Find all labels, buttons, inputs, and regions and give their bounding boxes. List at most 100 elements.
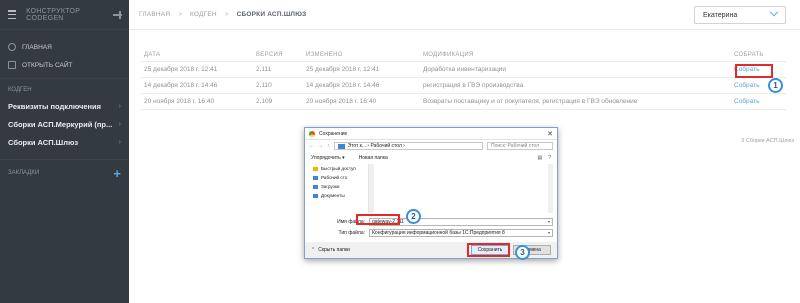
site-icon	[8, 61, 16, 69]
breadcrumb-separator: >	[224, 11, 229, 18]
breadcrumb-current: СБОРКИ АСП.ШЛЮЗ	[236, 11, 307, 18]
filetype-row: Тип файла: Конфигурация информационной б…	[309, 228, 553, 237]
cell-modification: Возвраты поставщику и от покупателя, рег…	[423, 98, 638, 105]
filetype-value: Конфигурация информационной базы 1С:Пред…	[372, 229, 505, 236]
builds-count: 3 Сборки АСП.Шлюз	[741, 138, 794, 144]
navigation-pane: Быстрый доступ Рабочий сто Загрузки Доку…	[309, 164, 369, 213]
organize-button[interactable]: Упорядочить ▾	[311, 155, 345, 161]
table-row: 14 декабря 2018 г. 14:46 2,110 14 декабр…	[140, 78, 786, 94]
up-icon[interactable]: ↑	[327, 143, 330, 149]
address-bar: ← → ↑ Этот к... › Рабочий стол › Поиск: …	[305, 140, 557, 152]
breadcrumb-codegen[interactable]: КОДГЕН	[190, 11, 217, 18]
filetype-select[interactable]: Конфигурация информационной базы 1С:Пред…	[369, 228, 553, 237]
app-title: КОНСТРУКТОР CODEGEN	[26, 7, 81, 22]
column-header: СОБРАТЬ	[734, 51, 764, 58]
column-header: ИЗМЕНЕНО	[306, 51, 343, 58]
user-name: Екатерина	[703, 11, 738, 19]
callout-badge: 1	[768, 78, 783, 93]
cell-changed: 14 декабря 2018 г. 14:46	[306, 82, 380, 89]
nav-item-desktop[interactable]: Рабочий сто	[309, 173, 368, 182]
chevron-right-icon: ›	[118, 102, 121, 110]
user-dropdown[interactable]: Екатерина	[694, 6, 786, 24]
cell-date: 25 декабря 2018 г. 12:41	[144, 66, 218, 73]
folder-icon	[337, 143, 345, 149]
nav-item-label: Быстрый доступ	[321, 166, 356, 171]
build-button[interactable]: Собрать	[734, 98, 786, 105]
sidebar-item-label: ГЛАВНАЯ	[22, 43, 52, 51]
dialog-toolbar: Упорядочить ▾ Новая папка ▤ ?	[305, 152, 557, 163]
cell-version: 2,110	[256, 82, 272, 89]
chevron-down-icon[interactable]: ▾	[548, 219, 550, 224]
save-dialog: Сохранение ✕ ← → ↑ Этот к... › Рабочий с…	[304, 127, 558, 259]
column-header: ВЕРСИЯ	[256, 51, 283, 58]
path-text: Этот к... › Рабочий стол ›	[347, 143, 405, 149]
nav-item-downloads[interactable]: Загрузки	[309, 182, 368, 191]
sidebar-item-label: Сборки АСП.Меркурий (пр...	[8, 119, 113, 129]
documents-icon	[313, 193, 318, 198]
sidebar-item-mercury-builds[interactable]: Сборки АСП.Меркурий (пр... ›	[0, 115, 129, 133]
dialog-titlebar: Сохранение ✕	[305, 128, 557, 140]
highlight-build-button	[735, 64, 773, 78]
sidebar: КОНСТРУКТОР CODEGEN ГЛАВНАЯ ОТКРЫТЬ САЙТ…	[0, 0, 129, 303]
download-icon	[313, 184, 318, 189]
section-codegen: КОДГЕН	[8, 87, 32, 93]
sidebar-item-gateway-builds[interactable]: Сборки АСП.Шлюз ›	[0, 133, 129, 151]
help-icon[interactable]: ?	[548, 155, 551, 161]
sidebar-item-label: ОТКРЫТЬ САЙТ	[22, 61, 73, 69]
column-header: ДАТА	[144, 51, 161, 58]
path-field[interactable]: Этот к... › Рабочий стол ›	[333, 142, 483, 150]
add-bookmark-icon[interactable]: +	[113, 167, 121, 180]
column-header: МОДИФИКАЦИЯ	[423, 51, 474, 58]
chrome-icon	[309, 130, 315, 137]
sidebar-item-label: Реквизиты подключения	[8, 101, 102, 111]
chevron-down-icon	[769, 7, 779, 17]
cell-version: 2,109	[256, 98, 273, 105]
table-header: ДАТА ВЕРСИЯ ИЗМЕНЕНО МОДИФИКАЦИЯ СОБРАТЬ	[140, 48, 786, 62]
breadcrumb-home[interactable]: ГЛАВНАЯ	[139, 11, 170, 18]
file-scrollbar[interactable]	[548, 164, 553, 213]
highlight-save-button	[467, 243, 510, 257]
view-icon[interactable]: ▤	[537, 155, 542, 161]
cell-date: 14 декабря 2018 г. 14:46	[144, 82, 218, 89]
table-row: 20 ноября 2018 г. 16:40 2,109 20 ноября …	[140, 94, 786, 110]
search-input[interactable]: Поиск: Рабочий стол	[487, 142, 553, 150]
chevron-down-icon[interactable]: ▾	[548, 230, 550, 235]
divider	[0, 78, 129, 79]
chevron-right-icon: ›	[118, 120, 121, 128]
chevron-up-icon: ⌃	[311, 247, 316, 253]
back-icon[interactable]: ←	[309, 143, 314, 149]
callout-badge: 2	[406, 209, 421, 224]
nav-item-quick-access[interactable]: Быстрый доступ	[309, 164, 368, 173]
collapse-icon[interactable]	[112, 10, 123, 19]
cell-date: 20 ноября 2018 г. 16:40	[144, 98, 215, 105]
chevron-right-icon: ›	[118, 138, 121, 146]
hide-folders-button[interactable]: ⌃ Скрыть папки	[311, 247, 350, 253]
bookmarks-header: ЗАКЛАДКИ +	[0, 164, 129, 182]
breadcrumb-separator: >	[178, 11, 183, 18]
home-icon	[8, 43, 16, 51]
close-icon[interactable]: ✕	[547, 130, 553, 138]
menu-icon[interactable]	[8, 10, 17, 19]
nav-item-documents[interactable]: Документы	[309, 191, 368, 200]
sidebar-item-connection-props[interactable]: Реквизиты подключения ›	[0, 97, 129, 115]
sidebar-item-open-site[interactable]: ОТКРЫТЬ САЙТ	[0, 56, 129, 74]
sidebar-item-label: Сборки АСП.Шлюз	[8, 137, 79, 147]
star-icon	[313, 166, 318, 171]
nav-item-label: Документы	[321, 193, 345, 198]
highlight-filename	[356, 214, 400, 225]
filename-row: Имя файла: gateway-2,111 ▾	[309, 217, 553, 226]
new-folder-button[interactable]: Новая папка	[359, 155, 388, 161]
nav-scrollbar[interactable]	[369, 164, 374, 213]
cell-changed: 25 декабря 2018 г. 12:41	[306, 66, 380, 73]
dialog-title: Сохранение	[319, 130, 348, 137]
nav-item-label: Рабочий сто	[321, 175, 348, 180]
table-row: 25 декабря 2018 г. 12:41 2,111 25 декабр…	[140, 62, 786, 78]
hide-folders-label: Скрыть папки	[318, 247, 350, 253]
cell-modification: Доработка инвентаризации	[423, 66, 507, 73]
forward-icon[interactable]: →	[318, 143, 323, 149]
sidebar-item-home[interactable]: ГЛАВНАЯ	[0, 38, 129, 56]
file-list[interactable]	[375, 164, 553, 213]
bookmarks-label: ЗАКЛАДКИ	[8, 170, 40, 176]
sidebar-header: КОНСТРУКТОР CODEGEN	[0, 0, 129, 30]
filetype-label: Тип файла:	[338, 229, 366, 236]
